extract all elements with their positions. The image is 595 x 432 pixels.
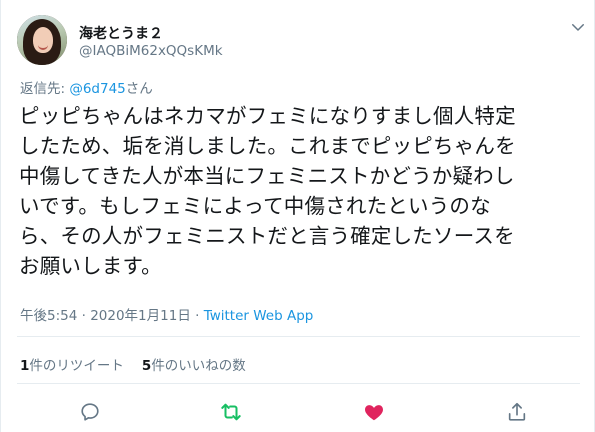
reply-prefix: 返信先:	[20, 81, 70, 97]
retweet-icon[interactable]	[220, 401, 242, 423]
tweet-time[interactable]: 午後5:54	[20, 308, 77, 324]
tweet-meta: 午後5:54 · 2020年1月11日 · Twitter Web App	[20, 304, 313, 324]
meta-separator: ·	[190, 308, 204, 324]
divider	[17, 383, 580, 384]
chevron-down-icon[interactable]	[569, 18, 587, 36]
tweet-line: ら、その人がフェミニストだと言う確定したソースを	[19, 224, 515, 248]
retweets-stat[interactable]: 1件のリツイート	[20, 358, 124, 374]
avatar[interactable]	[17, 15, 67, 65]
heart-icon[interactable]	[363, 401, 385, 423]
divider	[17, 336, 580, 337]
meta-separator: ·	[77, 308, 91, 324]
tweet-stats: 1件のリツイート 5件のいいねの数	[20, 354, 246, 374]
likes-label: 件のいいねの数	[151, 358, 246, 374]
tweet-text: ピッピちゃんはネカマがフェミになりすまし個人特定 したため、垢を消しました。これ…	[19, 101, 584, 281]
user-handle[interactable]: @IAQBiM62xQQsKMk	[79, 43, 223, 59]
tweet-line: お願いします。	[19, 254, 162, 278]
tweet-line: 中傷してきた人が本当にフェミニストかどうか疑わし	[19, 164, 515, 188]
tweet-card: 海老とうま２ @IAQBiM62xQQsKMk 返信先: @6d745さん ピッ…	[0, 0, 595, 432]
client-link[interactable]: Twitter Web App	[204, 308, 314, 324]
reply-mention-link[interactable]: @6d745	[69, 81, 125, 97]
reply-suffix: さん	[125, 81, 153, 97]
share-icon[interactable]	[506, 401, 528, 423]
display-name[interactable]: 海老とうま２	[79, 23, 163, 43]
comment-icon[interactable]	[79, 401, 101, 423]
tweet-line: ピッピちゃんはネカマがフェミになりすまし個人特定	[19, 104, 516, 128]
tweet-line: いです。もしフェミによって中傷されたというのな	[19, 194, 491, 218]
tweet-date[interactable]: 2020年1月11日	[90, 308, 191, 324]
retweets-count: 1	[20, 358, 30, 374]
likes-stat[interactable]: 5件のいいねの数	[142, 358, 246, 374]
likes-count: 5	[141, 358, 152, 374]
tweet-line: したため、垢を消しました。これまでピッピちゃんを	[19, 134, 516, 158]
retweets-label: 件のリツイート	[29, 358, 124, 374]
reply-context: 返信先: @6d745さん	[20, 77, 153, 97]
